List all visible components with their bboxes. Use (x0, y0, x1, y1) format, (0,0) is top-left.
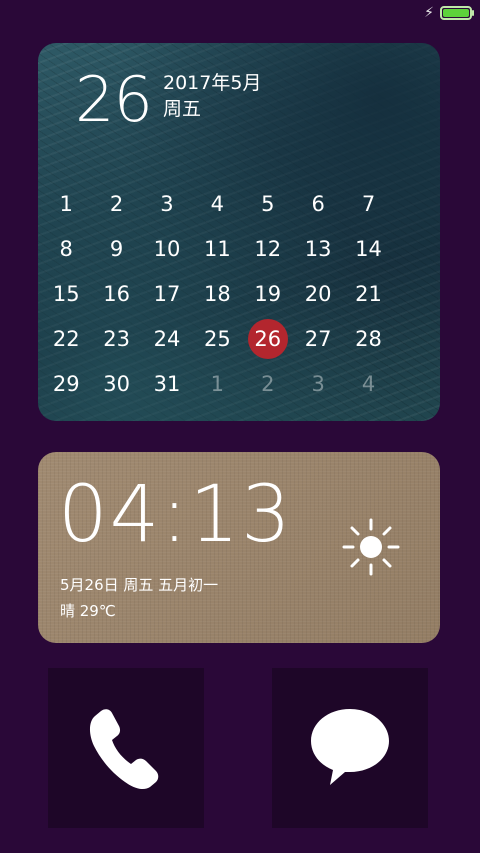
calendar-day[interactable]: 7 (343, 181, 393, 226)
calendar-day[interactable]: 24 (142, 316, 192, 361)
calendar-day[interactable]: 29 (41, 361, 91, 406)
calendar-day[interactable]: 4 (343, 361, 393, 406)
calendar-weekday: 周五 (163, 98, 202, 120)
calendar-day[interactable]: 2 (243, 361, 293, 406)
calendar-day[interactable]: 6 (293, 181, 343, 226)
calendar-day[interactable]: 16 (91, 271, 141, 316)
calendar-day[interactable]: 30 (91, 361, 141, 406)
phone-shortcut[interactable] (48, 668, 204, 828)
calendar-day[interactable]: 14 (343, 226, 393, 271)
weather-line: 晴 29℃ (60, 602, 116, 620)
calendar-day[interactable]: 1 (192, 361, 242, 406)
messages-shortcut[interactable] (272, 668, 428, 828)
calendar-day[interactable]: 22 (41, 316, 91, 361)
sun-icon (342, 518, 400, 576)
calendar-day[interactable]: 9 (91, 226, 141, 271)
calendar-day[interactable]: 3 (142, 181, 192, 226)
calendar-day[interactable]: 5 (243, 181, 293, 226)
calendar-day[interactable]: 23 (91, 316, 141, 361)
calendar-day[interactable]: 17 (142, 271, 192, 316)
calendar-day[interactable]: 3 (293, 361, 343, 406)
calendar-day[interactable]: 12 (243, 226, 293, 271)
message-bubble-icon (311, 709, 389, 785)
calendar-day-label: 26 (254, 326, 282, 351)
calendar-day[interactable]: 28 (343, 316, 393, 361)
clock-weather-widget[interactable]: 04:13 5月26日 周五 五月初一 晴 29℃ (38, 452, 440, 643)
calendar-day[interactable]: 1 (41, 181, 91, 226)
calendar-month-grid: 1 2 3 4 5 6 7 8 9 10 11 12 13 14 15 16 17 18 19 20 21 22 23 24 2… (53, 181, 440, 406)
calendar-day[interactable]: 21 (343, 271, 393, 316)
calendar-day[interactable]: 11 (192, 226, 242, 271)
calendar-day-today[interactable]: 26 (243, 316, 293, 361)
calendar-day[interactable]: 25 (192, 316, 242, 361)
calendar-day[interactable]: 4 (192, 181, 242, 226)
calendar-day-number: 26 (75, 63, 153, 136)
clock-time: 04:13 (58, 470, 293, 560)
charging-bolt-icon: ⚡ (424, 5, 434, 21)
calendar-day[interactable]: 19 (243, 271, 293, 316)
calendar-day[interactable]: 18 (192, 271, 242, 316)
lunar-date-line: 5月26日 周五 五月初一 (60, 576, 219, 594)
phone-icon (89, 709, 159, 790)
calendar-widget[interactable]: 26 2017年5月 周五 1 2 3 4 5 6 7 8 9 10 11 12 13 14 15 16 17 1… (38, 43, 440, 421)
calendar-day[interactable]: 2 (91, 181, 141, 226)
battery-level-fill (443, 9, 469, 17)
calendar-day[interactable]: 13 (293, 226, 343, 271)
calendar-day[interactable]: 20 (293, 271, 343, 316)
calendar-year-month: 2017年5月 (163, 72, 262, 94)
calendar-day[interactable]: 15 (41, 271, 91, 316)
calendar-day[interactable]: 10 (142, 226, 192, 271)
status-bar: ⚡ (424, 5, 474, 21)
calendar-day[interactable]: 8 (41, 226, 91, 271)
battery-icon (440, 6, 474, 20)
calendar-day[interactable]: 31 (142, 361, 192, 406)
calendar-day[interactable]: 27 (293, 316, 343, 361)
